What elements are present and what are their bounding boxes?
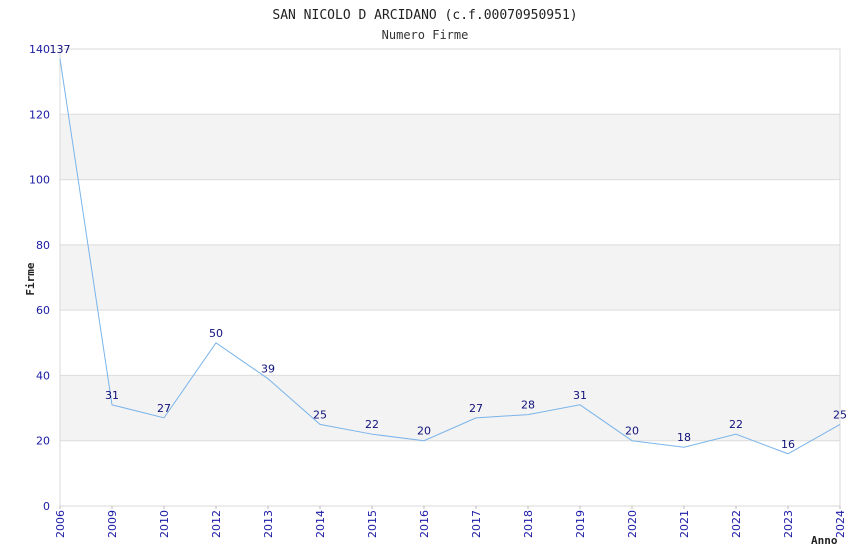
- x-axis-ticks: 2006 2009 2010 2012 2013 2014 2015 2016 2017 2018…: [54, 506, 847, 538]
- x-tick-label: 2020: [626, 510, 639, 538]
- x-tick-label: 2023: [782, 510, 795, 538]
- data-label: 31: [573, 389, 587, 402]
- x-tick-label: 2014: [314, 510, 327, 538]
- y-tick-label: 20: [36, 435, 50, 448]
- y-tick-label: 100: [29, 174, 50, 187]
- data-label: 25: [833, 408, 847, 421]
- data-label: 28: [521, 399, 535, 412]
- x-tick-label: 2018: [522, 510, 535, 538]
- grid-band: [60, 49, 840, 115]
- x-tick-label: 2012: [210, 510, 223, 538]
- data-label: 50: [209, 327, 223, 340]
- y-tick-label: 120: [29, 108, 50, 121]
- x-tick-label: 2022: [730, 510, 743, 538]
- grid-band: [60, 440, 840, 506]
- chart-subtitle: Numero Firme: [382, 28, 469, 42]
- y-tick-label: 80: [36, 239, 50, 252]
- data-label: 39: [261, 363, 275, 376]
- grid-band: [60, 310, 840, 376]
- data-label: 31: [105, 389, 119, 402]
- x-tick-label: 2017: [470, 510, 483, 538]
- x-axis-title: Anno: [811, 534, 838, 547]
- data-label: 25: [313, 408, 327, 421]
- x-tick-label: 2019: [574, 510, 587, 538]
- data-label: 20: [625, 425, 639, 438]
- grid-band: [60, 244, 840, 311]
- x-tick-label: 2016: [418, 510, 431, 538]
- grid-band: [60, 179, 840, 245]
- x-tick-label: 2015: [366, 510, 379, 538]
- x-tick-label: 2009: [106, 510, 119, 538]
- data-label: 137: [50, 43, 71, 56]
- line-chart: SAN NICOLO D ARCIDANO (c.f.00070950951) …: [24, 8, 847, 547]
- y-axis-title: Firme: [24, 262, 37, 295]
- y-tick-label: 140: [29, 43, 50, 56]
- chart-title: SAN NICOLO D ARCIDANO (c.f.00070950951): [272, 8, 577, 23]
- x-tick-label: 2006: [54, 510, 67, 538]
- data-label: 20: [417, 425, 431, 438]
- grid-band: [60, 114, 840, 180]
- x-tick-label: 2013: [262, 510, 275, 538]
- y-tick-label: 60: [36, 304, 50, 317]
- grid-band: [60, 375, 840, 441]
- data-label: 18: [677, 431, 691, 444]
- data-label: 22: [365, 418, 379, 431]
- data-label: 22: [729, 418, 743, 431]
- data-label: 27: [157, 402, 171, 415]
- data-label: 27: [469, 402, 483, 415]
- y-tick-label: 0: [43, 500, 50, 513]
- y-tick-label: 40: [36, 369, 50, 382]
- x-tick-label: 2021: [678, 510, 691, 538]
- data-label: 16: [781, 438, 795, 451]
- x-tick-label: 2010: [158, 510, 171, 538]
